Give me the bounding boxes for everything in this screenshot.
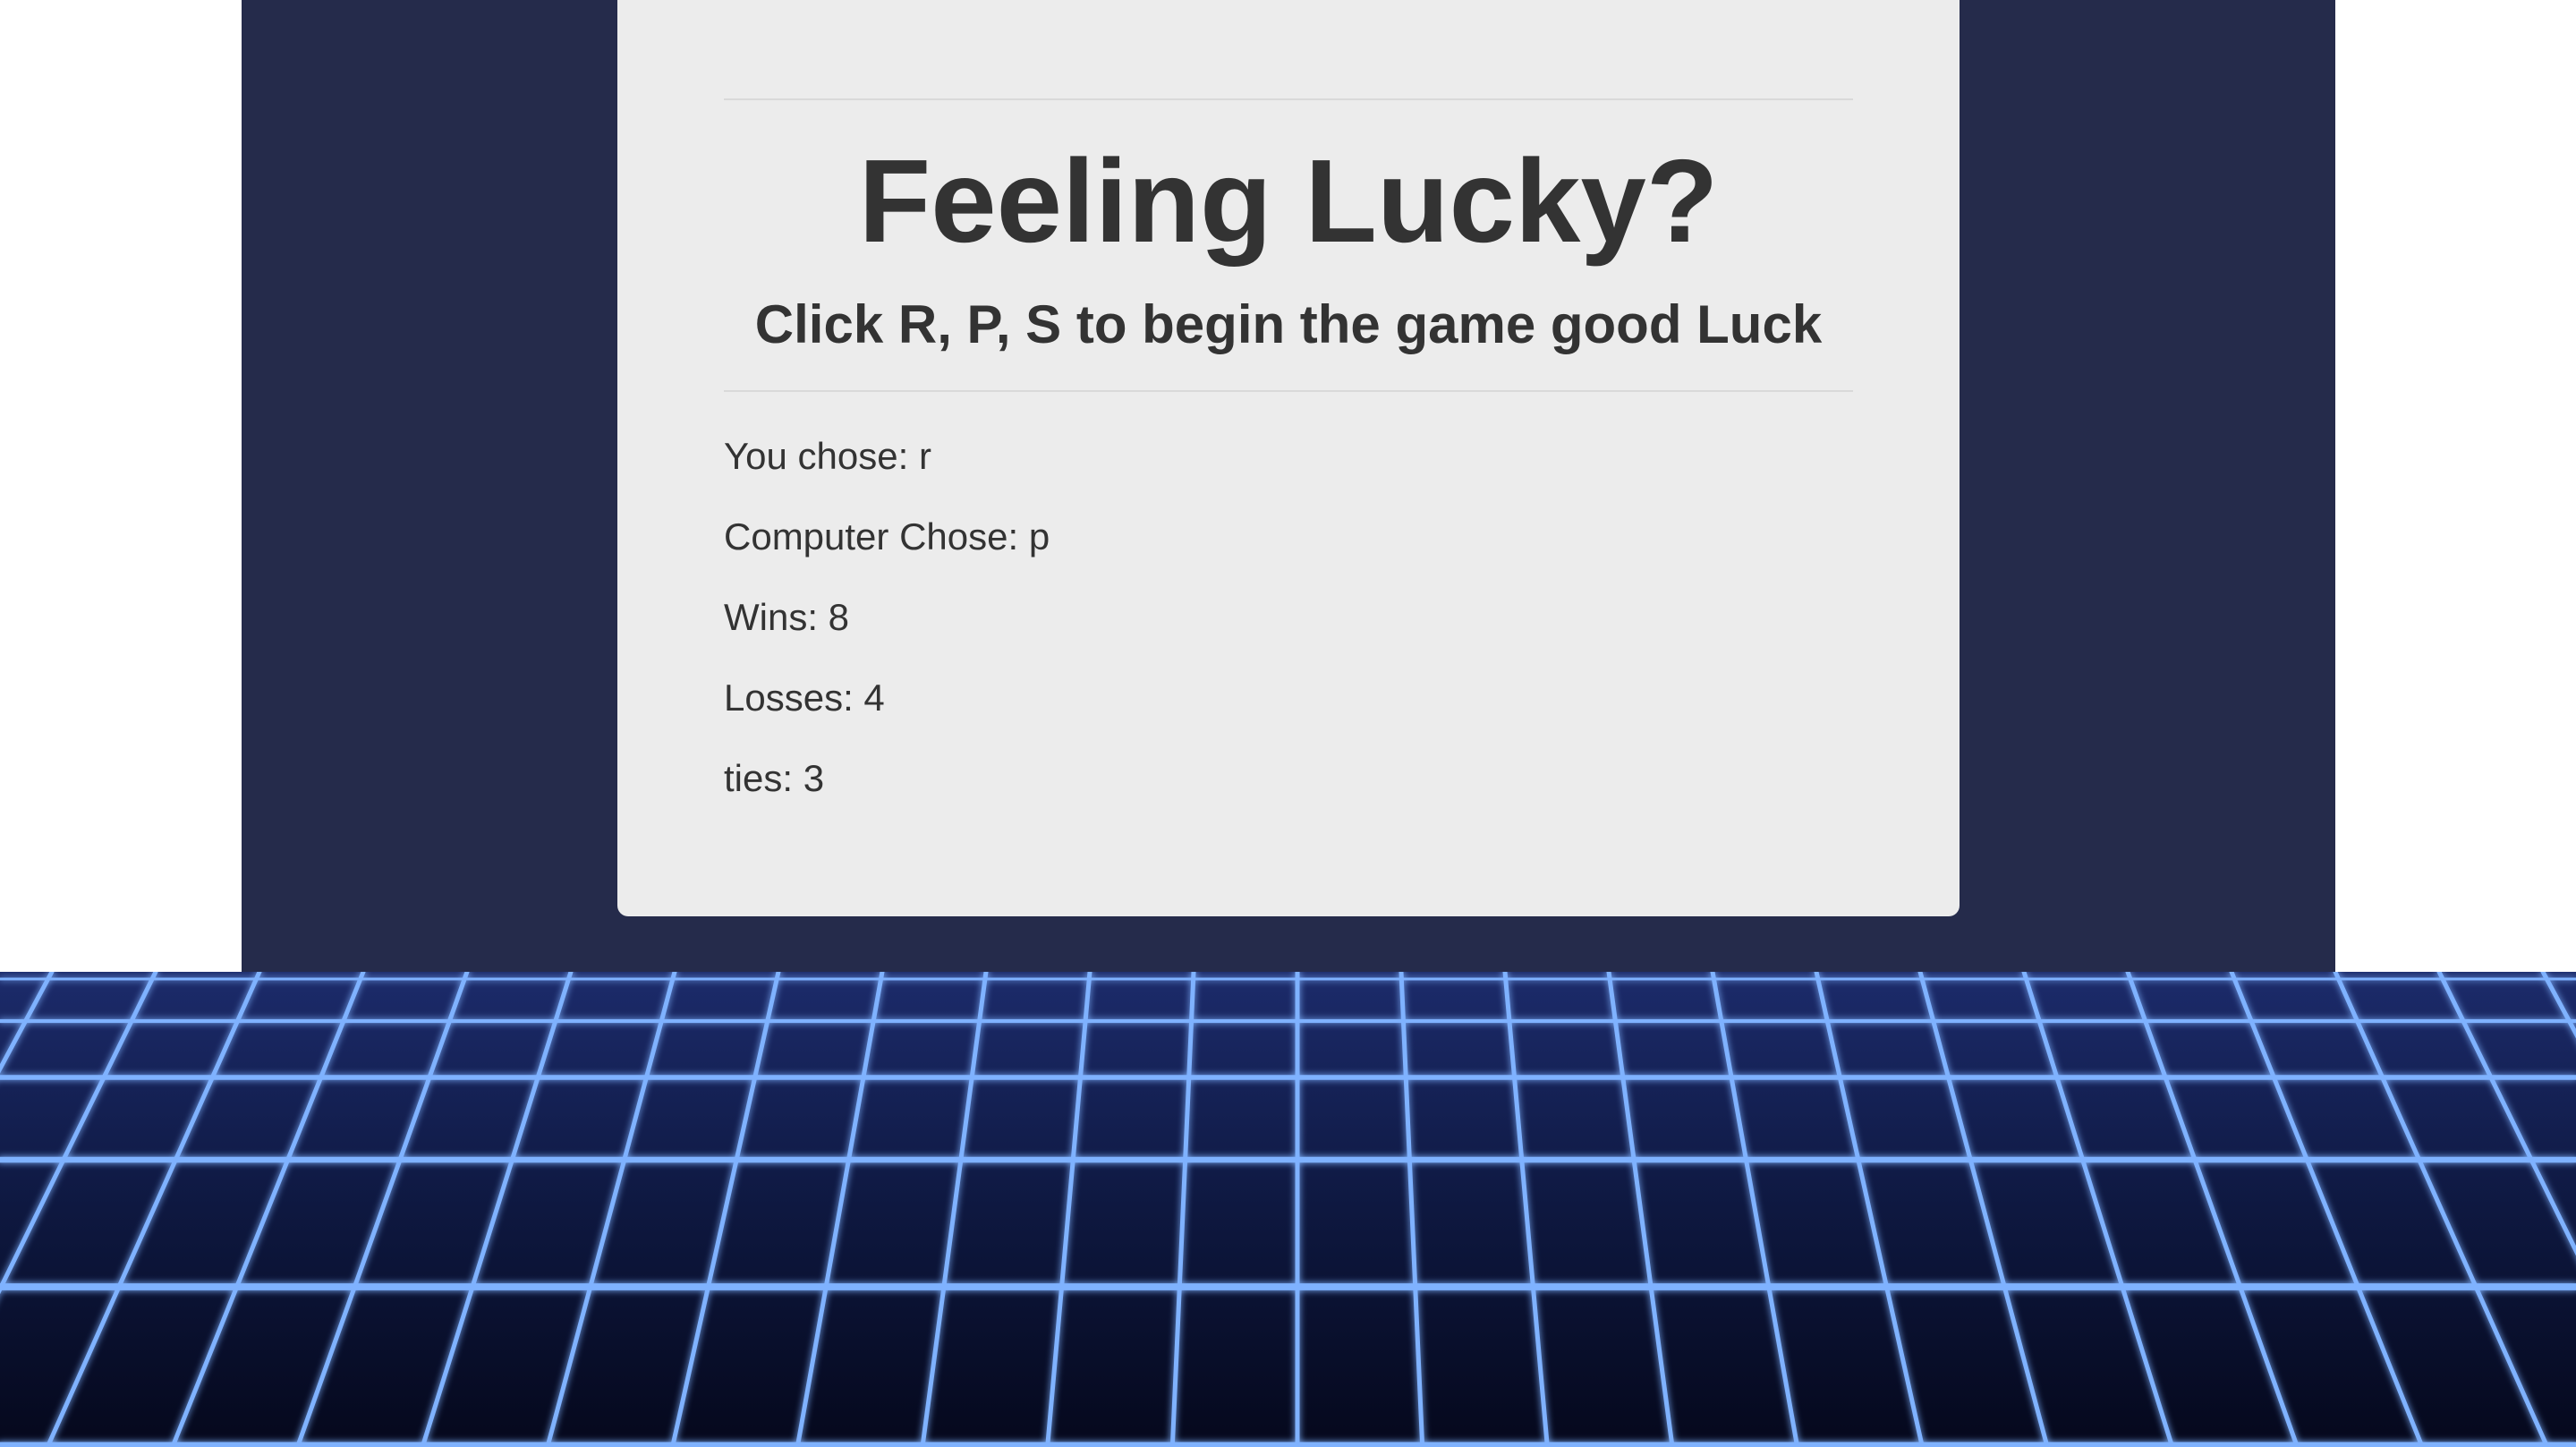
instructions-subtitle: Click R, P, S to begin the game good Luc… xyxy=(754,294,1823,354)
game-card: Feeling Lucky? Click R, P, S to begin th… xyxy=(617,0,1960,916)
divider-top xyxy=(724,98,1853,100)
page-title: Feeling Lucky? xyxy=(858,135,1719,267)
results-panel: You chose: r Computer Chose: p Wins: 8 L… xyxy=(724,428,1853,830)
user-choice-text: You chose: r xyxy=(724,435,931,477)
neon-grid-graphic xyxy=(0,972,2576,1447)
ties-count: ties: 3 xyxy=(724,757,825,799)
neon-grid-floor-background xyxy=(0,972,2576,1447)
computer-choice-text: Computer Chose: p xyxy=(724,515,1050,558)
divider-bottom xyxy=(724,390,1853,392)
losses-count: Losses: 4 xyxy=(724,677,885,719)
wins-count: Wins: 8 xyxy=(724,596,850,638)
